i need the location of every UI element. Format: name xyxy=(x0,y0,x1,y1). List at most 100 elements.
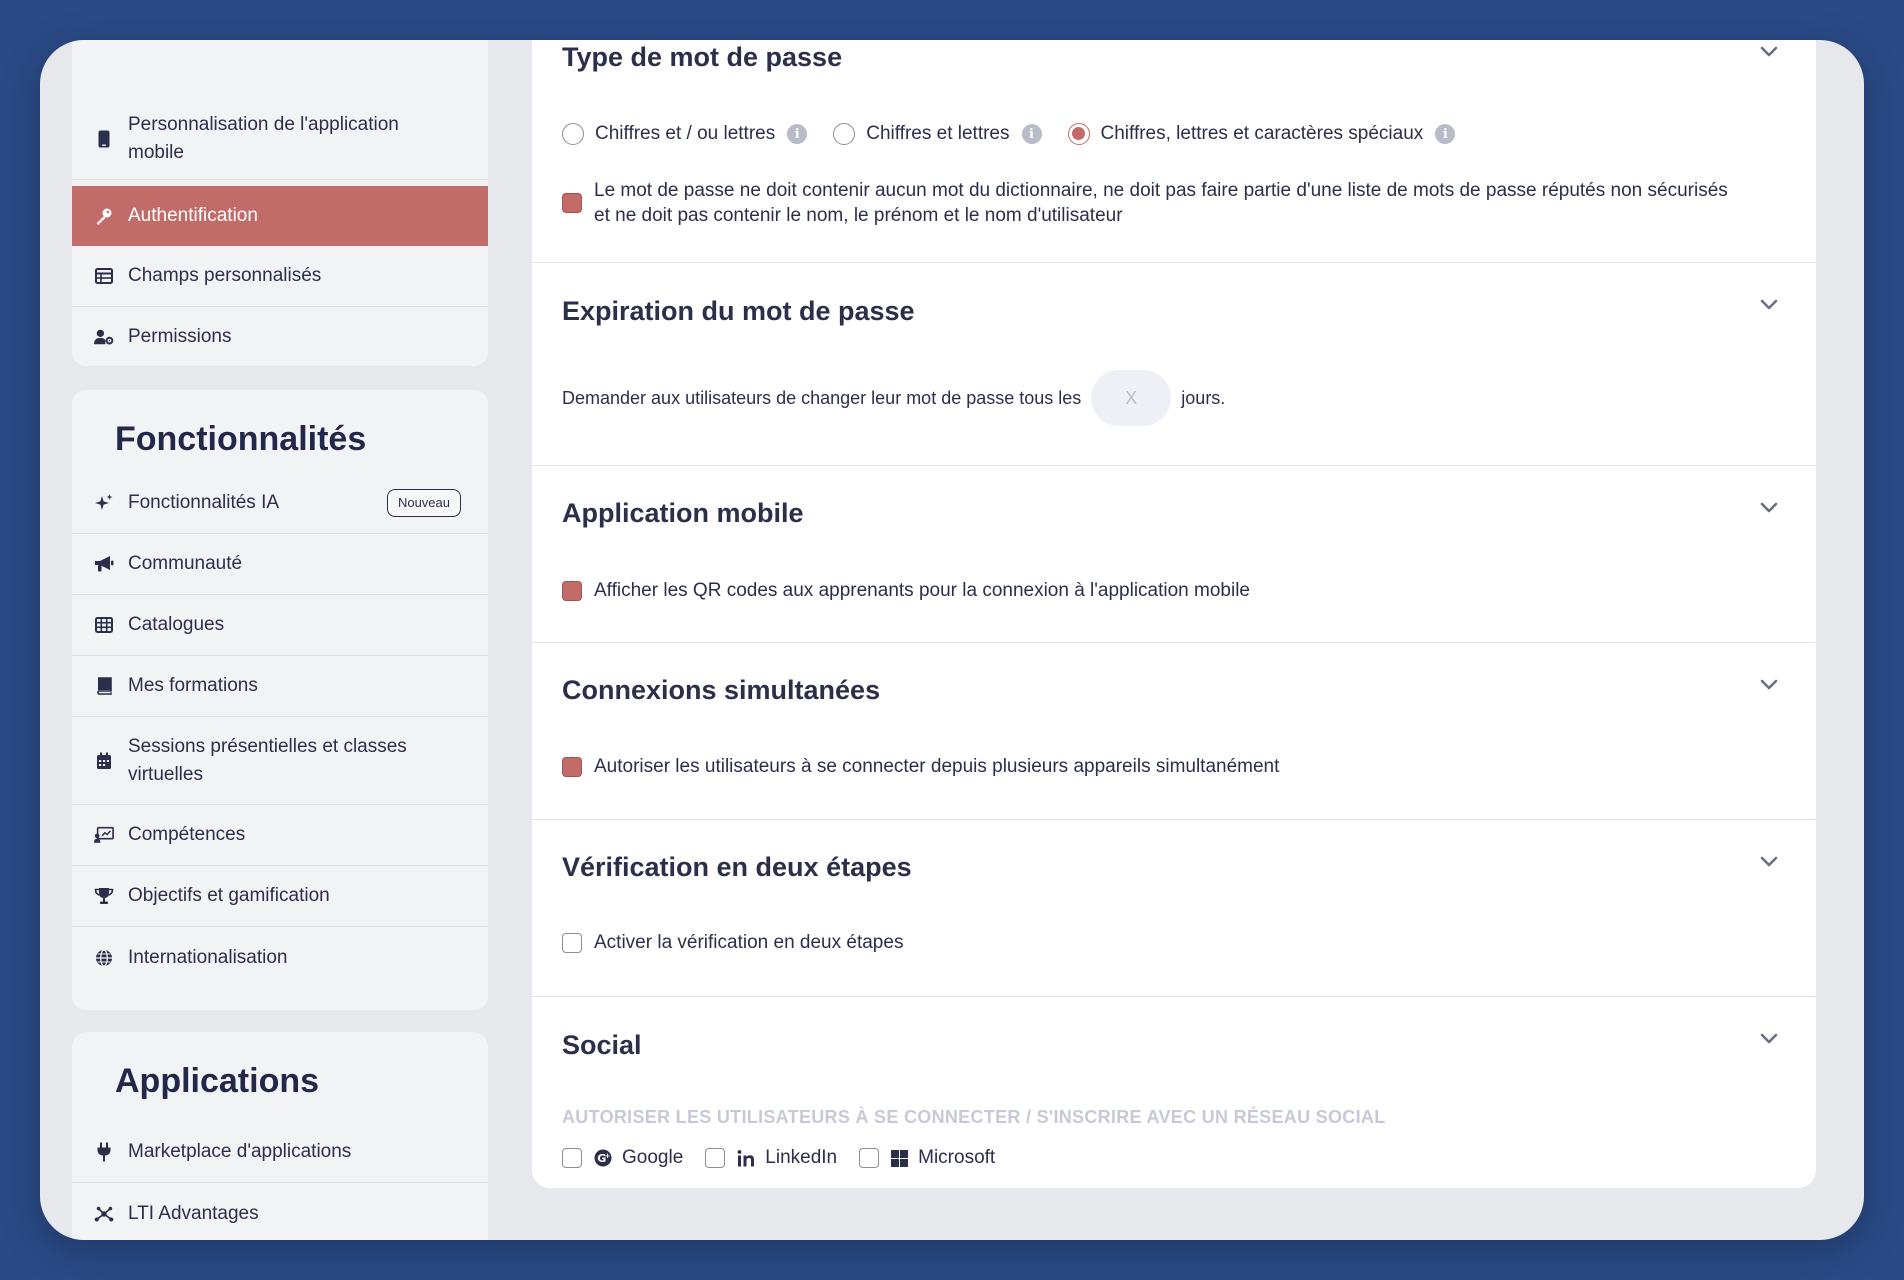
sidebar-card-features: Fonctionnalités Fonctionnalités IA Nouve… xyxy=(72,390,488,1010)
sidebar-card-settings: Personnalisation de l'application mobile… xyxy=(72,40,488,366)
password-type-options: Chiffres et / ou lettres i Chiffres et l… xyxy=(562,123,1456,145)
sidebar-item-label: Authentification xyxy=(128,205,258,226)
settings-sidebar: Personnalisation de l'application mobile… xyxy=(72,40,488,1240)
grid-icon xyxy=(94,615,114,635)
microsoft-checkbox[interactable] xyxy=(859,1148,880,1168)
radio-label: Chiffres et lettres xyxy=(866,123,1010,144)
sidebar-item-goals-gamification[interactable]: Objectifs et gamification xyxy=(72,866,488,927)
sidebar-item-my-trainings[interactable]: Mes formations xyxy=(72,656,488,717)
info-icon[interactable]: i xyxy=(1021,124,1042,144)
chevron-down-icon[interactable] xyxy=(1758,40,1780,62)
linkedin-icon xyxy=(737,1149,755,1167)
megaphone-icon xyxy=(94,554,114,574)
svg-text:+: + xyxy=(605,1152,611,1160)
user-gear-icon xyxy=(94,327,114,347)
sparkles-icon xyxy=(94,493,114,513)
dictionary-check-label: Le mot de passe ne doit contenir aucun m… xyxy=(594,178,1728,228)
two-step-label: Activer la vérification en deux étapes xyxy=(594,932,904,953)
mobile-qr-row: Afficher les QR codes aux apprenants pou… xyxy=(562,580,1250,602)
globe-icon xyxy=(94,948,114,968)
section-simultaneous-connections: Connexions simultanées Autoriser les uti… xyxy=(532,643,1816,820)
section-two-step-verification: Vérification en deux étapes Activer la v… xyxy=(532,820,1816,997)
expiration-row: Demander aux utilisateurs de changer leu… xyxy=(562,370,1225,426)
dictionary-check-line1: Le mot de passe ne doit contenir aucun m… xyxy=(594,180,1728,201)
social-google[interactable]: G + Google xyxy=(562,1147,683,1169)
social-providers-row: G + Google LinkedIn Microsoft xyxy=(562,1147,1017,1169)
sidebar-item-label: Objectifs et gamification xyxy=(128,885,330,906)
social-linkedin[interactable]: LinkedIn xyxy=(705,1147,837,1169)
mobile-icon xyxy=(94,129,114,149)
calendar-icon xyxy=(94,751,114,771)
sidebar-item-internationalization[interactable]: Internationalisation xyxy=(72,927,488,988)
sidebar-item-label: LTI Advantages xyxy=(128,1202,259,1224)
provider-label: Google xyxy=(622,1147,684,1168)
sidebar-item-skills[interactable]: Compétences xyxy=(72,805,488,866)
linkedin-checkbox[interactable] xyxy=(705,1148,726,1168)
sidebar-item-label: Sessions présentielles et classes virtue… xyxy=(128,735,407,785)
simultaneous-row: Autoriser les utilisateurs à se connecte… xyxy=(562,756,1279,778)
mobile-qr-label: Afficher les QR codes aux apprenants pou… xyxy=(594,580,1251,601)
radio-digits-letters-special[interactable] xyxy=(1067,123,1090,145)
sidebar-item-ai-features[interactable]: Fonctionnalités IA Nouveau xyxy=(72,472,488,534)
new-badge: Nouveau xyxy=(386,488,461,517)
info-icon[interactable]: i xyxy=(787,124,808,144)
sidebar-item-authentication[interactable]: Authentification xyxy=(72,186,488,246)
section-title-features: Fonctionnalités xyxy=(115,420,367,458)
sidebar-item-sessions[interactable]: Sessions présentielles et classes virtue… xyxy=(72,717,488,805)
key-icon xyxy=(94,206,114,226)
sidebar-item-label: Internationalisation xyxy=(128,946,288,968)
sidebar-item-label: Compétences xyxy=(128,824,246,845)
chevron-down-icon[interactable] xyxy=(1758,673,1780,695)
sidebar-item-label: Personnalisation de l'application mobile xyxy=(128,113,399,163)
info-icon[interactable]: i xyxy=(1435,124,1456,144)
microsoft-icon xyxy=(891,1149,909,1167)
expiration-days-input[interactable] xyxy=(1091,370,1172,426)
chevron-down-icon[interactable] xyxy=(1758,1027,1780,1049)
sidebar-item-app-marketplace[interactable]: Marketplace d'applications xyxy=(72,1122,488,1183)
section-title: Connexions simultanées xyxy=(562,675,881,705)
table-icon xyxy=(94,266,114,286)
sidebar-item-label: Communauté xyxy=(128,553,243,574)
social-microsoft[interactable]: Microsoft xyxy=(859,1147,995,1169)
radio-digits-or-letters[interactable] xyxy=(562,123,584,145)
chevron-down-icon[interactable] xyxy=(1758,496,1780,518)
chevron-down-icon[interactable] xyxy=(1758,293,1780,315)
simultaneous-label: Autoriser les utilisateurs à se connecte… xyxy=(594,756,1280,777)
social-caption: AUTORISER LES UTILISATEURS À SE CONNECTE… xyxy=(562,1107,1386,1127)
dictionary-check-line2: et ne doit pas contenir le nom, le préno… xyxy=(594,205,1123,226)
sidebar-item-label: Champs personnalisés xyxy=(128,265,322,286)
section-title-applications: Applications xyxy=(115,1062,320,1100)
authentication-settings-panel: Type de mot de passe Chiffres et / ou le… xyxy=(532,40,1816,1188)
sidebar-card-applications: Applications Marketplace d'applications … xyxy=(72,1032,488,1240)
mobile-qr-checkbox[interactable] xyxy=(562,581,582,601)
book-icon xyxy=(94,676,114,696)
section-title: Social xyxy=(562,1030,642,1060)
trophy-icon xyxy=(94,886,114,906)
section-title: Vérification en deux étapes xyxy=(562,852,912,882)
section-title: Expiration du mot de passe xyxy=(562,296,915,326)
radio-label: Chiffres et / ou lettres xyxy=(595,123,776,144)
dictionary-check-checkbox[interactable] xyxy=(562,193,582,213)
google-icon: G + xyxy=(594,1149,612,1167)
radio-digits-and-letters[interactable] xyxy=(833,123,856,145)
expiration-prefix: Demander aux utilisateurs de changer leu… xyxy=(562,387,1082,408)
sidebar-item-catalogs[interactable]: Catalogues xyxy=(72,595,488,656)
sidebar-item-lti-advantages[interactable]: LTI Advantages xyxy=(72,1183,488,1240)
sidebar-item-custom-fields[interactable]: Champs personnalisés xyxy=(72,246,488,307)
section-social: Social AUTORISER LES UTILISATEURS À SE C… xyxy=(532,997,1816,1188)
google-checkbox[interactable] xyxy=(562,1148,582,1168)
plug-icon xyxy=(94,1142,114,1162)
simultaneous-checkbox[interactable] xyxy=(562,757,582,777)
radio-label: Chiffres, lettres et caractères spéciaux xyxy=(1100,123,1424,144)
presentation-icon xyxy=(94,825,114,845)
section-title: Type de mot de passe xyxy=(562,42,843,72)
two-step-row: Activer la vérification en deux étapes xyxy=(562,932,903,954)
sidebar-item-permissions[interactable]: Permissions xyxy=(72,307,488,367)
network-icon xyxy=(94,1204,114,1224)
provider-label: LinkedIn xyxy=(765,1147,838,1168)
sidebar-item-mobile-customization[interactable]: Personnalisation de l'application mobile xyxy=(72,98,488,180)
chevron-down-icon[interactable] xyxy=(1758,850,1780,872)
two-step-checkbox[interactable] xyxy=(562,933,582,953)
dictionary-check-row: Le mot de passe ne doit contenir aucun m… xyxy=(562,178,1728,228)
sidebar-item-community[interactable]: Communauté xyxy=(72,534,488,595)
